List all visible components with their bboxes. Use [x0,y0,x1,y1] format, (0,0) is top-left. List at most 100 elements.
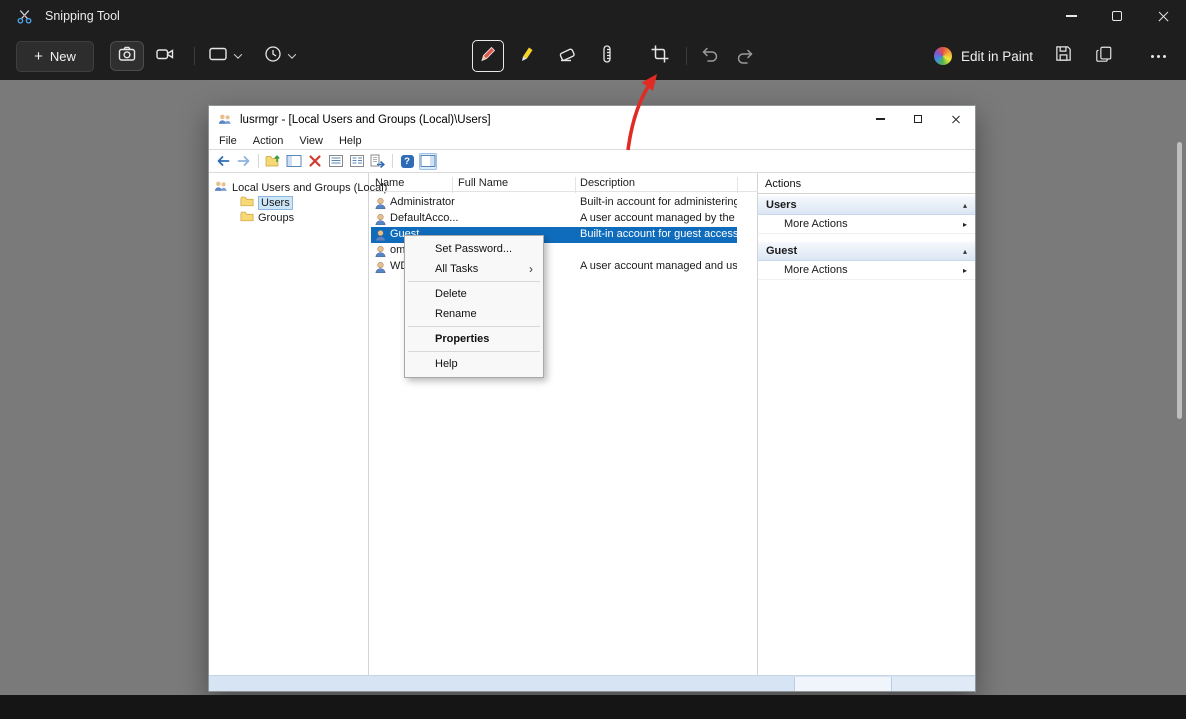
tree-item-groups: Groups [209,210,368,225]
collapse-icon: ▴ [963,247,967,256]
snip-shape-dropdown[interactable] [202,41,247,71]
more-actions-arrow-icon: ▸ [963,220,967,229]
console-tree-icon [285,153,303,170]
undo-button[interactable] [694,40,726,72]
video-snip-mode-button[interactable] [148,41,182,71]
menu-separator [408,326,540,327]
column-separator [575,177,576,193]
toolbar-separator [392,154,393,168]
list-header: Name Full Name Description [369,176,758,192]
actions-guest-more-actions: More Actions ▸ [758,261,975,280]
tree-item-groups-label: Groups [258,212,294,224]
lusrmgr-body: Local Users and Groups (Local) Users Gro… [209,173,975,675]
export-list-icon [369,153,387,170]
new-label: New [50,49,76,64]
more-actions-arrow-icon: ▸ [963,266,967,275]
undo-icon [700,44,720,69]
lusrmgr-window-title: lusrmgr - [Local Users and Groups (Local… [240,114,491,126]
menu-help: Help [331,135,370,147]
actions-pane: Actions Users ▴ More Actions ▸ Guest ▴ [758,173,975,675]
lusrmgr-close-button [937,106,975,132]
submenu-arrow-icon: › [529,262,533,276]
close-icon [951,114,961,124]
tree-item-users-label: Users [258,196,293,210]
eraser-tool-button[interactable] [551,40,583,72]
ruler-icon [597,44,617,69]
save-button[interactable] [1046,40,1080,72]
toolbar-divider [686,47,687,65]
snipping-tool-app: Snipping Tool + New [0,0,1186,719]
app-title: Snipping Tool [45,9,120,23]
users-groups-icon [214,180,228,196]
copy-button[interactable] [1087,40,1121,72]
new-snip-button[interactable]: + New [16,41,94,72]
up-one-level-icon [264,153,282,170]
menu-file: File [211,135,245,147]
menu-action: Action [245,135,292,147]
menu-separator [408,281,540,282]
crop-tool-button[interactable] [644,40,676,72]
redo-button[interactable] [729,40,761,72]
titlebar: Snipping Tool [0,0,1186,32]
edit-in-paint-button[interactable]: Edit in Paint [928,40,1039,72]
maximize-icon [1112,11,1122,21]
snip-canvas[interactable]: lusrmgr - [Local Users and Groups (Local… [0,80,1186,695]
lusrmgr-window-icon [218,113,232,126]
pen-tool-button[interactable] [472,40,504,72]
chevron-down-icon [288,50,296,58]
snipping-tool-logo-icon [16,8,33,25]
context-menu-rename: Rename [405,304,543,324]
eraser-icon [557,44,577,69]
plus-icon: + [34,49,43,64]
timer-icon [264,45,282,68]
list-row-defaultaccount: DefaultAcco... A user account managed by… [369,211,758,227]
actions-users-more-actions: More Actions ▸ [758,215,975,234]
lusrmgr-titlebar: lusrmgr - [Local Users and Groups (Local… [209,106,975,133]
list-row-administrator: Administrator Built-in account for admin… [369,195,758,211]
scrollbar-segment [892,677,975,691]
chevron-down-icon [234,50,242,58]
snip-delay-dropdown[interactable] [258,41,301,71]
lusrmgr-window-controls [861,106,975,132]
edit-in-paint-label: Edit in Paint [961,49,1033,64]
back-icon [214,153,232,170]
photo-snip-mode-button[interactable] [110,41,144,71]
window-controls [1048,0,1186,32]
menu-separator [408,351,540,352]
close-button[interactable] [1140,0,1186,32]
video-camera-icon [155,44,175,69]
captured-screenshot-lusrmgr-window: lusrmgr - [Local Users and Groups (Local… [208,105,976,692]
more-options-button[interactable] [1141,40,1175,72]
actions-pane-title: Actions [758,173,975,194]
highlighter-tool-button[interactable] [511,40,543,72]
guest-context-menu: Set Password... All Tasks › Delete Renam… [404,235,544,378]
tree-item-users: Users [209,195,368,210]
folder-icon [240,195,254,210]
maximize-button[interactable] [1094,0,1140,32]
actions-section-gap [758,234,975,240]
rectangle-mode-icon [208,46,228,67]
minimize-button[interactable] [1048,0,1094,32]
lusrmgr-toolbar: ? [209,150,975,173]
scrollbar-thumb [794,677,892,691]
window-bottom-edge [0,695,1186,719]
save-icon [1054,44,1073,68]
context-menu-set-password: Set Password... [405,239,543,259]
canvas-vertical-scrollbar[interactable] [1177,142,1182,419]
console-tree-pane: Local Users and Groups (Local) Users Gro… [209,173,369,675]
help-icon: ? [398,153,416,170]
ruler-tool-button[interactable] [591,40,623,72]
lusrmgr-maximize-button [899,106,937,132]
copy-icon [1095,45,1113,68]
actions-section-guest-header: Guest ▴ [758,242,975,261]
column-name: Name [375,177,404,189]
forward-icon [235,153,253,170]
main-toolbar: + New [0,32,1186,80]
context-menu-delete: Delete [405,284,543,304]
details-view-icon [348,153,366,170]
folder-icon [240,210,254,225]
column-separator [452,177,453,193]
context-menu-all-tasks: All Tasks › [405,259,543,279]
user-icon [374,261,387,277]
collapse-icon: ▴ [963,201,967,210]
